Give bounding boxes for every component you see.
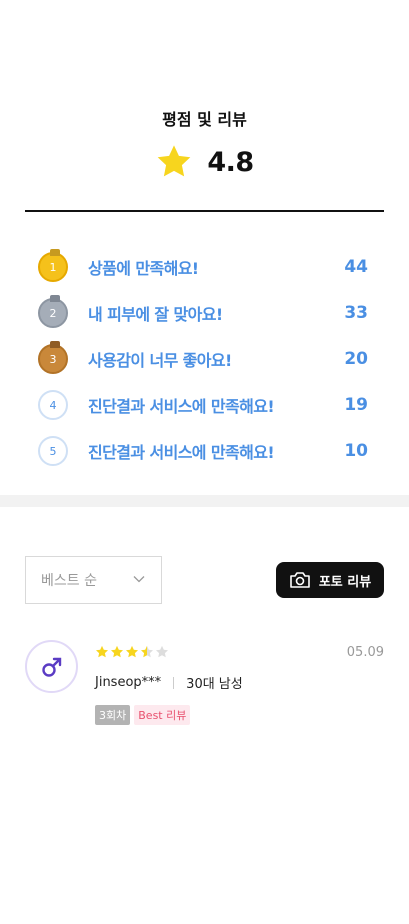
keyword-label: 진단결과 서비스에 만족해요!: [88, 443, 275, 462]
keyword-ranking-list: 1 상품에 만족해요! 44 2 내 피부에 잘 맞아요! 33 3 사용감이 …: [38, 244, 368, 474]
page-title: 평점 및 리뷰: [162, 110, 247, 129]
rank-number-icon: 4: [38, 390, 68, 420]
visit-count-badge: 3회차: [95, 705, 131, 725]
separator: [173, 676, 175, 689]
star-icon: [158, 145, 191, 177]
review-rating-stars: [95, 645, 169, 659]
sort-dropdown[interactable]: 베스트 순: [25, 556, 162, 604]
photo-review-label: 포토 리뷰: [318, 574, 372, 590]
keyword-count: 10: [344, 441, 368, 461]
star-icon: [125, 645, 139, 658]
reviewer-info: Jinseop*** 30대 남성: [95, 673, 243, 692]
reviewer-name: Jinseop***: [95, 675, 162, 690]
keyword-count: 20: [344, 349, 368, 369]
keyword-rank-item: 5 진단결과 서비스에 만족해요! 10: [38, 428, 368, 474]
star-icon: [110, 645, 124, 658]
average-rating: 4.8: [0, 143, 409, 181]
gold-medal-icon: 1: [38, 249, 68, 282]
keyword-rank-item: 3 사용감이 너무 좋아요! 20: [38, 336, 368, 382]
camera-icon: [290, 572, 310, 588]
divider: [25, 210, 384, 212]
keyword-rank-item: 1 상품에 만족해요! 44: [38, 244, 368, 290]
empty-star-icon: [155, 645, 169, 658]
rank-number-icon: 5: [38, 436, 68, 466]
photo-review-button[interactable]: 포토 리뷰: [276, 562, 384, 598]
keyword-label: 상품에 만족해요!: [88, 259, 199, 278]
rating-value: 4.8: [207, 146, 254, 178]
sort-selected-label: 베스트 순: [41, 573, 97, 589]
chevron-down-icon: [133, 576, 145, 583]
review-badges: 3회차 Best 리뷰: [95, 705, 191, 725]
keyword-rank-item: 2 내 피부에 잘 맞아요! 33: [38, 290, 368, 336]
keyword-count: 19: [344, 395, 368, 415]
keyword-count: 33: [344, 303, 368, 323]
keyword-count: 44: [344, 257, 368, 277]
silver-medal-icon: 2: [38, 295, 68, 328]
review-date: 05.09: [346, 645, 384, 660]
best-review-badge: Best 리뷰: [134, 705, 191, 725]
reviewer-demographic: 30대 남성: [186, 677, 243, 692]
avatar: [25, 640, 78, 693]
keyword-label: 사용감이 너무 좋아요!: [88, 351, 232, 370]
keyword-label: 진단결과 서비스에 만족해요!: [88, 397, 275, 416]
bronze-medal-icon: 3: [38, 341, 68, 374]
male-symbol-icon: [41, 657, 61, 677]
section-separator: [0, 495, 409, 507]
star-icon: [95, 645, 109, 658]
half-star-icon: [140, 645, 154, 658]
keyword-rank-item: 4 진단결과 서비스에 만족해요! 19: [38, 382, 368, 428]
keyword-label: 내 피부에 잘 맞아요!: [88, 305, 223, 324]
